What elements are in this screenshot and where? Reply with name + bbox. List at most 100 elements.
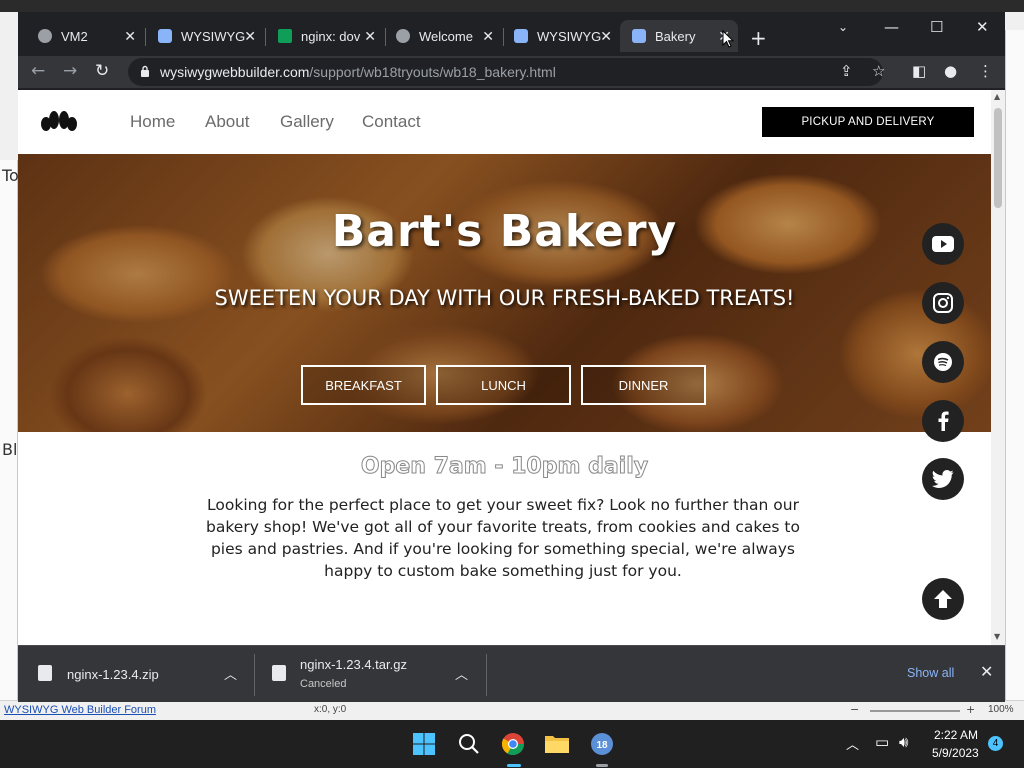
back-button[interactable]: ← (31, 61, 45, 81)
profile-icon[interactable]: ● (944, 62, 957, 80)
tab-welcome[interactable]: Welcome ✕ (384, 20, 502, 52)
scroll-up-arrow-icon[interactable]: ▲ (994, 92, 1000, 101)
side-panel-icon[interactable]: ◧ (912, 62, 926, 80)
close-icon[interactable]: ✕ (364, 28, 376, 45)
tab-search-icon[interactable]: ⌄ (838, 20, 848, 34)
chevron-up-icon[interactable]: ︿ (224, 664, 237, 683)
start-button[interactable] (410, 730, 438, 758)
scrollbar-thumb[interactable] (994, 108, 1002, 208)
pickup-delivery-button[interactable]: PICKUP AND DELIVERY (762, 107, 974, 137)
breakfast-button[interactable]: BREAKFAST (301, 365, 426, 405)
tab-vm2[interactable]: VM2 ✕ (26, 20, 144, 52)
nav-link-home[interactable]: Home (130, 112, 175, 132)
maximize-button[interactable]: ☐ (930, 18, 943, 36)
download-item[interactable]: nginx-1.23.4.tar.gz Canceled ︿ (255, 646, 486, 703)
instagram-button[interactable] (922, 282, 964, 324)
address-bar[interactable]: wysiwygwebbuilder.com/support/wb18tryout… (128, 58, 883, 86)
close-icon[interactable]: ✕ (482, 28, 494, 45)
tab-label: nginx: dov (301, 28, 361, 44)
tab-label: Bakery (655, 28, 696, 44)
globe-icon (396, 29, 410, 43)
globe-icon (38, 29, 52, 43)
arrow-up-icon (934, 590, 952, 608)
zip-file-icon (38, 665, 52, 681)
tab-label: Welcome (419, 28, 473, 44)
zoom-in-icon[interactable]: + (966, 703, 975, 716)
left-panel-label: Bl (2, 440, 18, 459)
scroll-to-top-button[interactable] (922, 578, 964, 620)
taskbar-chrome-button[interactable] (499, 730, 527, 758)
nav-link-gallery[interactable]: Gallery (280, 112, 334, 132)
lunch-button[interactable]: LUNCH (436, 365, 571, 405)
page-viewport: Home About Gallery Contact PICKUP AND DE… (18, 90, 1005, 645)
download-filename: nginx-1.23.4.tar.gz (300, 657, 407, 672)
scroll-down-arrow-icon[interactable]: ▼ (994, 632, 1000, 641)
hero-title: Bart's Bakery (331, 206, 678, 257)
close-icon[interactable]: ✕ (600, 28, 612, 45)
nav-link-about[interactable]: About (205, 112, 249, 132)
site-navbar: Home About Gallery Contact PICKUP AND DE… (18, 90, 991, 154)
url-domain: wysiwygwebbuilder.com (160, 64, 310, 80)
forward-button[interactable]: → (63, 61, 77, 81)
new-tab-button[interactable]: + (750, 26, 767, 50)
wysiwyg-icon (632, 29, 646, 43)
windows-taskbar: 18 ︿ ▭ 🔊︎ 2:22 AM 5/9/2023 4 (0, 720, 1024, 768)
share-icon[interactable]: ⇪ (840, 62, 853, 80)
taskbar-search-button[interactable] (455, 730, 483, 758)
download-filename: nginx-1.23.4.zip (67, 667, 159, 682)
spotify-icon (934, 353, 952, 371)
background-app-titlebar (0, 0, 1024, 12)
taskbar-wysiwyg-button[interactable]: 18 (588, 730, 616, 758)
chevron-up-icon[interactable]: ︿ (846, 734, 859, 753)
spotify-button[interactable] (922, 341, 964, 383)
left-panel-label: To (2, 166, 19, 185)
background-app-status-bar: WYSIWYG Web Builder Forum x:0, y:0 − + 1… (0, 700, 1024, 720)
chrome-icon (501, 733, 524, 755)
tab-bakery[interactable]: Bakery ✕ (620, 20, 738, 52)
taskbar-file-explorer-button[interactable] (543, 730, 571, 758)
close-icon[interactable]: ✕ (244, 28, 256, 45)
archive-file-icon (272, 665, 286, 681)
close-icon[interactable]: ✕ (980, 662, 993, 681)
tab-label: VM2 (61, 28, 88, 44)
folder-icon (545, 736, 569, 753)
facebook-button[interactable] (922, 400, 964, 442)
cursor-coordinates: x:0, y:0 (314, 704, 347, 715)
search-icon (459, 734, 479, 754)
download-divider (486, 654, 487, 696)
hero-banner: Bart's Bakery SWEETEN YOUR DAY WITH OUR … (18, 154, 991, 432)
tab-strip: VM2 ✕ WYSIWYG ✕ nginx: dov ✕ Welcome ✕ W… (18, 12, 1005, 56)
bookmark-star-icon[interactable]: ☆ (872, 62, 885, 80)
clock-date[interactable]: 5/9/2023 (932, 746, 979, 760)
clock-time[interactable]: 2:22 AM (934, 728, 978, 742)
menu-dots-icon[interactable]: ⋮ (978, 62, 993, 80)
tab-label: WYSIWYG (181, 28, 246, 44)
tab-wysiwyg-2[interactable]: WYSIWYG ✕ (502, 20, 620, 52)
zoom-level: 100% (988, 704, 1014, 715)
page-scrollbar[interactable]: ▲ ▼ (991, 90, 1005, 645)
running-app-indicator (596, 764, 608, 767)
notification-badge[interactable]: 4 (988, 736, 1003, 751)
dinner-button[interactable]: DINNER (581, 365, 706, 405)
zoom-out-icon[interactable]: − (850, 703, 859, 716)
forum-link[interactable]: WYSIWYG Web Builder Forum (4, 704, 156, 716)
croissant-logo-icon[interactable] (40, 110, 78, 132)
minimize-button[interactable]: — (884, 18, 899, 36)
youtube-button[interactable] (922, 223, 964, 265)
show-all-downloads-link[interactable]: Show all (907, 666, 954, 680)
close-window-button[interactable]: ✕ (976, 18, 989, 36)
nav-link-contact[interactable]: Contact (362, 112, 421, 132)
mouse-cursor-icon (722, 30, 734, 48)
download-item[interactable]: nginx-1.23.4.zip ︿ (18, 646, 254, 703)
chevron-up-icon[interactable]: ︿ (455, 664, 468, 683)
opening-hours-heading: Open 7am - 10pm daily (360, 454, 649, 480)
network-icon[interactable]: ▭ (875, 733, 889, 751)
reload-button[interactable]: ↻ (95, 61, 109, 81)
volume-icon[interactable]: 🔊︎ (899, 733, 908, 751)
tab-wysiwyg[interactable]: WYSIWYG ✕ (146, 20, 264, 52)
close-icon[interactable]: ✕ (124, 28, 136, 45)
svg-text:18: 18 (596, 740, 608, 751)
wysiwyg-icon (158, 29, 172, 43)
zoom-slider[interactable] (870, 710, 960, 712)
tab-nginx[interactable]: nginx: dov ✕ (266, 20, 384, 52)
